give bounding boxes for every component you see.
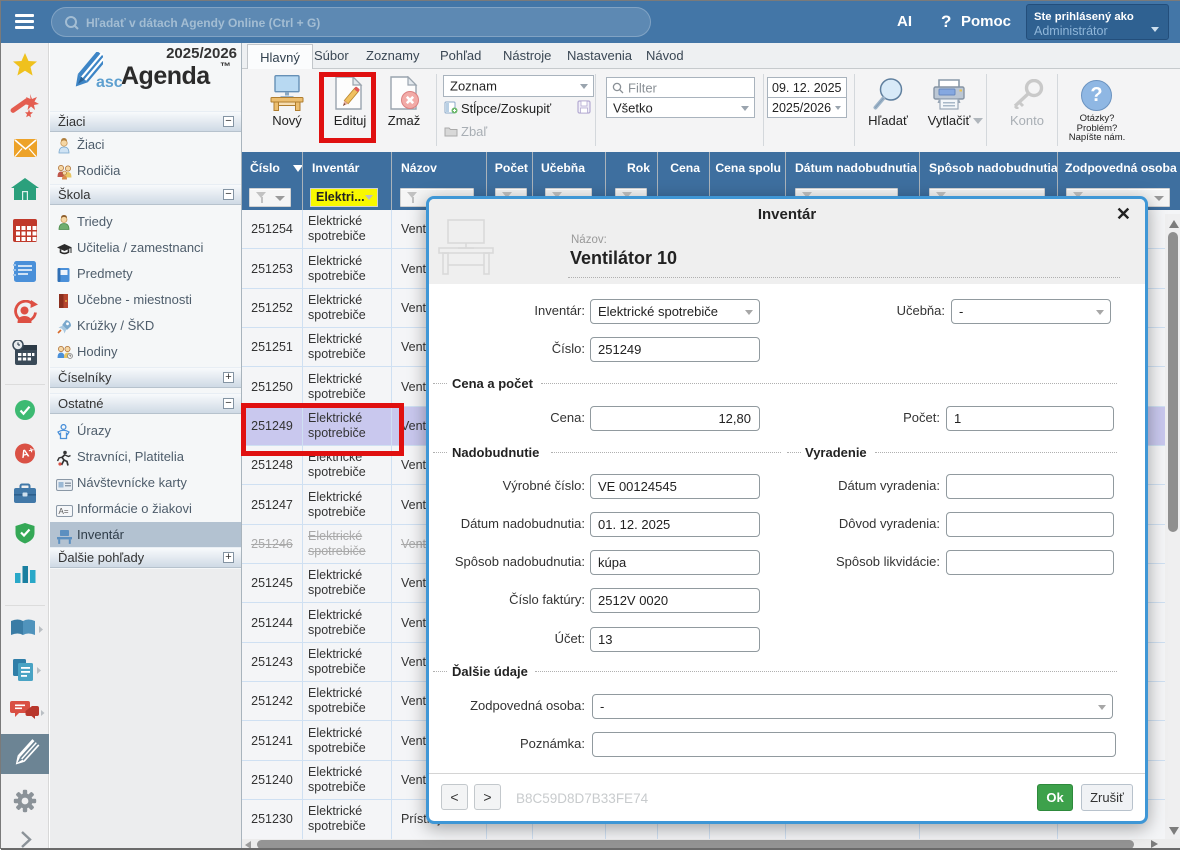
svg-text:A=: A= [59, 507, 69, 516]
svg-text:A⁺: A⁺ [20, 446, 36, 461]
